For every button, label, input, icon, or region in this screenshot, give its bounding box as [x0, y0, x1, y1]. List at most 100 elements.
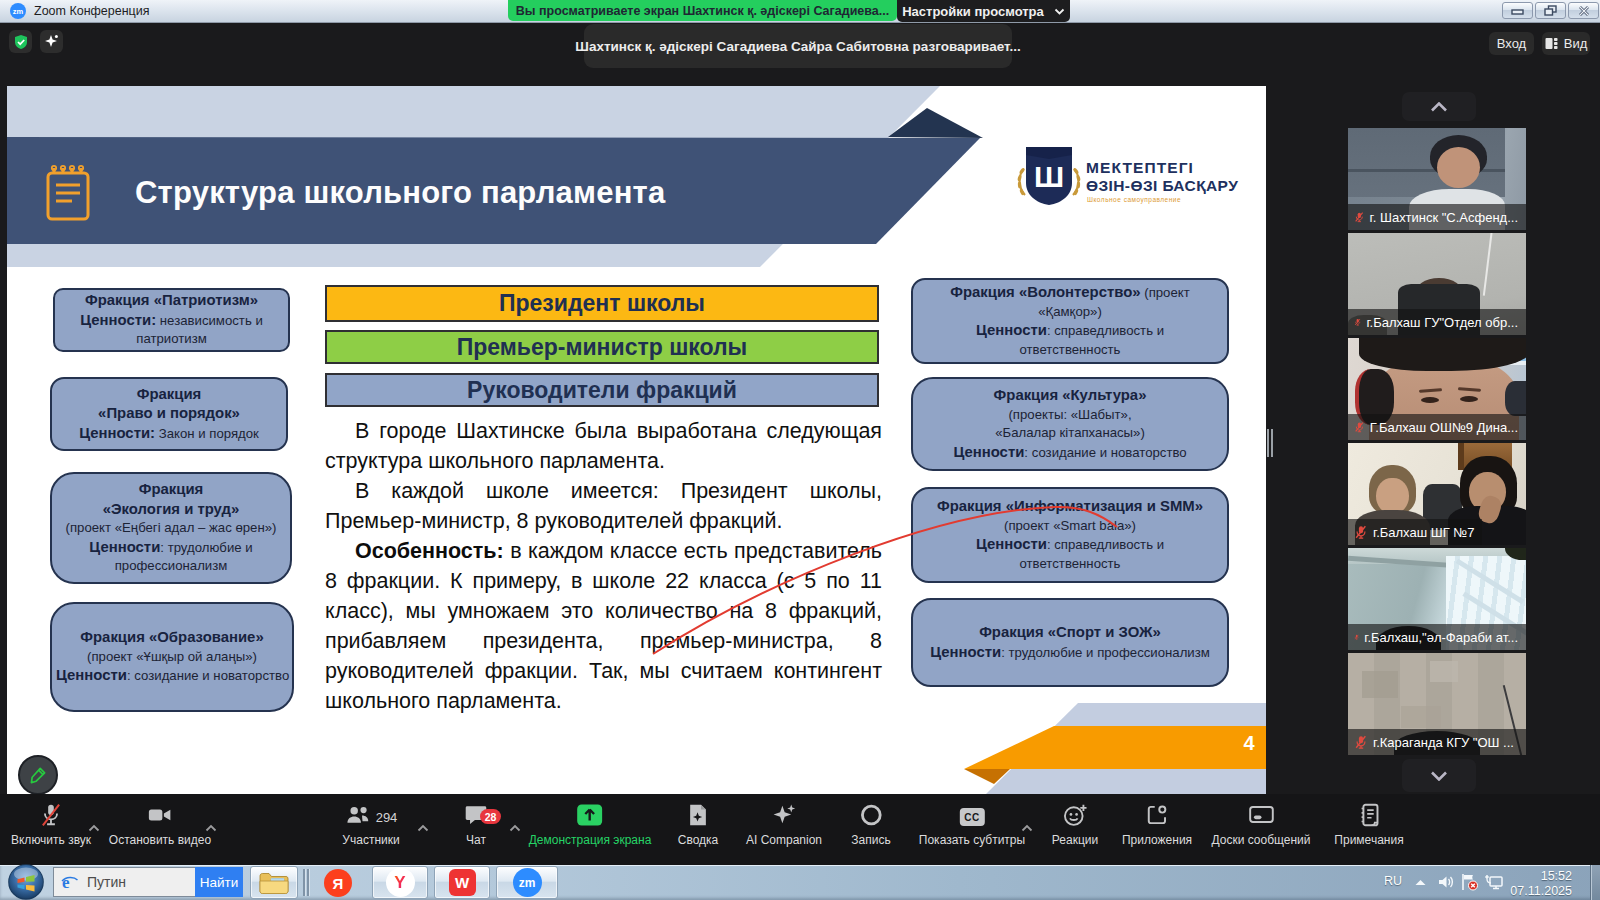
- participant-name-text: г.Караганда КГУ "ОШ ...: [1373, 735, 1514, 750]
- tray-date[interactable]: 07.11.2025: [1492, 884, 1572, 898]
- toolbar-participants-chevron[interactable]: [417, 818, 429, 836]
- tray-clock[interactable]: 15:52: [1500, 869, 1572, 883]
- toolbar-summary-button[interactable]: Сводка: [678, 804, 719, 847]
- toolbar-mute-label: Включить звук: [11, 833, 91, 847]
- toolbar-reactions-button[interactable]: Реакции: [1052, 804, 1098, 847]
- restore-icon: [1544, 5, 1557, 16]
- participant-name-label: г. Шахтинск "С.Асфенд...: [1348, 204, 1526, 230]
- toolbar-whiteboards-button[interactable]: Доски сообщений: [1211, 804, 1310, 847]
- participant-video-3[interactable]: Г.Балхаш ОШ№9 Дина...: [1348, 338, 1526, 440]
- fraction-box-left-1: Фракция «Патриотизм»Ценности: независимо…: [53, 288, 290, 352]
- participant-name-text: г.Балхаш,"әл-Фараби ат...: [1364, 630, 1518, 645]
- box-line: Фракция: [56, 480, 286, 500]
- toolbar-mute-button[interactable]: Включить звук: [11, 804, 91, 847]
- box-line: «Қамқор»): [917, 303, 1223, 322]
- chevron-down-icon: [1430, 771, 1448, 781]
- scroll-down-button[interactable]: [1402, 759, 1476, 792]
- toolbar-captions-chevron[interactable]: [1021, 818, 1033, 836]
- sparkle-icon: [43, 33, 60, 50]
- box-line: ответственность: [917, 555, 1223, 574]
- box-line: Ценности: независимость и: [59, 311, 284, 331]
- toolbar-ai-companion-button[interactable]: AI Companion: [746, 804, 822, 847]
- text-segment: : трудолюбие и: [160, 540, 252, 555]
- close-button[interactable]: [1568, 2, 1599, 19]
- text-segment: «Қамқор»): [1038, 304, 1102, 319]
- scroll-up-button[interactable]: [1402, 92, 1476, 121]
- view-settings-button[interactable]: Настройки просмотра: [897, 0, 1070, 22]
- scene-layer-cable: [1483, 233, 1493, 296]
- screen-share-banner: Вы просматриваете экран Шахтинск қ. әдіс…: [508, 0, 897, 21]
- language-indicator[interactable]: RU: [1384, 874, 1402, 888]
- text-segment: (проект: [1141, 285, 1190, 300]
- slide-paragraph-1: В городе Шахтинске была выработана следу…: [325, 416, 882, 476]
- text-segment: (проекты: «Шабыт»,: [1008, 407, 1131, 422]
- action-center-flag-icon[interactable]: [1460, 873, 1479, 891]
- view-button[interactable]: Вид: [1542, 32, 1590, 55]
- toolbar-video-button[interactable]: Остановить видео: [109, 804, 211, 847]
- toolbar-captions-button[interactable]: CCПоказать субтитры: [919, 804, 1025, 847]
- box-line: (проекты: «Шабыт»,: [917, 406, 1223, 425]
- join-button[interactable]: Вход: [1489, 32, 1534, 55]
- whiteboard-icon: [1247, 802, 1275, 832]
- participant-video-6[interactable]: г.Караганда КГУ "ОШ ...: [1348, 653, 1526, 755]
- box-line: (проект «Еңбегі адал – жас өрен»): [56, 519, 286, 538]
- fraction-box-right-3: Фракция «Информатизация и SMM»(проект «S…: [911, 487, 1229, 583]
- minimize-button[interactable]: [1502, 2, 1533, 19]
- toolbar-record-button[interactable]: Запись: [851, 804, 890, 847]
- toolbar-apps-button[interactable]: Приложения: [1122, 804, 1192, 847]
- restore-button[interactable]: [1535, 2, 1566, 19]
- toolbar-captions-label: Показать субтитры: [919, 833, 1025, 847]
- participant-video-5[interactable]: г.Балхаш,"әл-Фараби ат...: [1348, 548, 1526, 650]
- start-button[interactable]: [7, 863, 45, 900]
- slide-paragraphs: В городе Шахтинске была выработана следу…: [325, 416, 882, 716]
- toolbar-mute-chevron[interactable]: [88, 818, 100, 836]
- text-segment: Ценности:: [80, 312, 156, 328]
- participant-video-1[interactable]: г. Шахтинск "С.Асфенд...: [1348, 128, 1526, 230]
- text-segment: (проект «Еңбегі адал – жас өрен»): [66, 520, 277, 535]
- window-title: Zoom Конференция: [34, 4, 150, 18]
- taskbar-app-zoom[interactable]: zm: [496, 866, 558, 899]
- text-segment: ответственность: [1020, 556, 1121, 571]
- panel-resize-handle[interactable]: [1267, 429, 1274, 457]
- tray-expand-icon[interactable]: [1414, 878, 1427, 887]
- text-segment: : созидание и новаторство: [1024, 445, 1186, 460]
- toolbar-chat-label: Чат: [466, 833, 486, 847]
- screen: zm Zoom Конференция Вы просматриваете эк…: [0, 0, 1600, 900]
- text-segment: (проект «Smart bala»): [1004, 518, 1136, 533]
- participant-video-2[interactable]: г.Балхаш ГУ"Отдел обр...: [1348, 233, 1526, 335]
- search-input-text[interactable]: Путин: [87, 874, 126, 890]
- participant-name-text: г. Шахтинск "С.Асфенд...: [1370, 210, 1518, 225]
- box-line: Фракция «Спорт и ЗОЖ»: [917, 623, 1223, 643]
- show-desktop-button[interactable]: [1590, 865, 1600, 900]
- toolbar-notes-button[interactable]: Примечания: [1334, 804, 1403, 847]
- fraction-box-left-3: Фракция«Экология и труд»(проект «Еңбегі …: [50, 472, 292, 584]
- participant-name-label: Г.Балхаш ОШ№9 Дина...: [1348, 414, 1526, 440]
- fraction-box-right-2: Фракция «Культура»(проекты: «Шабыт»,«Бал…: [911, 377, 1229, 471]
- ai-companion-topbutton[interactable]: [40, 30, 63, 53]
- text-segment: Фракция «Культура»: [994, 387, 1147, 403]
- text-segment: (проект «Ұшқыр ой алаңы»): [87, 649, 257, 664]
- explorer-button[interactable]: [250, 866, 298, 899]
- toolbar-video-chevron[interactable]: [205, 818, 217, 836]
- box-line: «Экология и труд»: [56, 500, 286, 520]
- security-button[interactable]: [9, 30, 32, 53]
- taskbar-app-yandex-search[interactable]: Я: [324, 869, 352, 897]
- notepad-icon: [44, 163, 92, 227]
- text-segment: В городе Шахтинске была выработана следу…: [325, 419, 882, 473]
- search-go-button[interactable]: Найти: [195, 867, 243, 897]
- participant-name-label: г.Караганда КГУ "ОШ ...: [1348, 729, 1526, 755]
- scene-layer-face: [1437, 147, 1480, 188]
- volume-icon[interactable]: [1438, 874, 1455, 890]
- taskbar-app-wps-office[interactable]: W: [434, 866, 490, 899]
- toolbar-share-button[interactable]: Демонстрация экрана: [529, 804, 652, 847]
- text-segment: «Право и порядок»: [98, 405, 240, 421]
- zoom-icon: zm: [513, 868, 542, 897]
- box-line: Ценности: справедливость и: [917, 321, 1223, 341]
- toolbar-chat-chevron[interactable]: [509, 818, 521, 836]
- taskbar-app-yandex-browser[interactable]: Y: [372, 866, 428, 899]
- toolbar-participants-button[interactable]: 294Участники: [342, 804, 399, 847]
- logo-subtitle: Школьное самоуправление: [1087, 196, 1181, 203]
- annotate-button[interactable]: [18, 755, 58, 794]
- participant-video-4[interactable]: г.Балхаш ШГ №7: [1348, 443, 1526, 545]
- school-logo: Ш МЕКТЕПТЕГІ ӨЗІН-ӨЗІ БАСҚАРУ Школьное с…: [998, 141, 1248, 211]
